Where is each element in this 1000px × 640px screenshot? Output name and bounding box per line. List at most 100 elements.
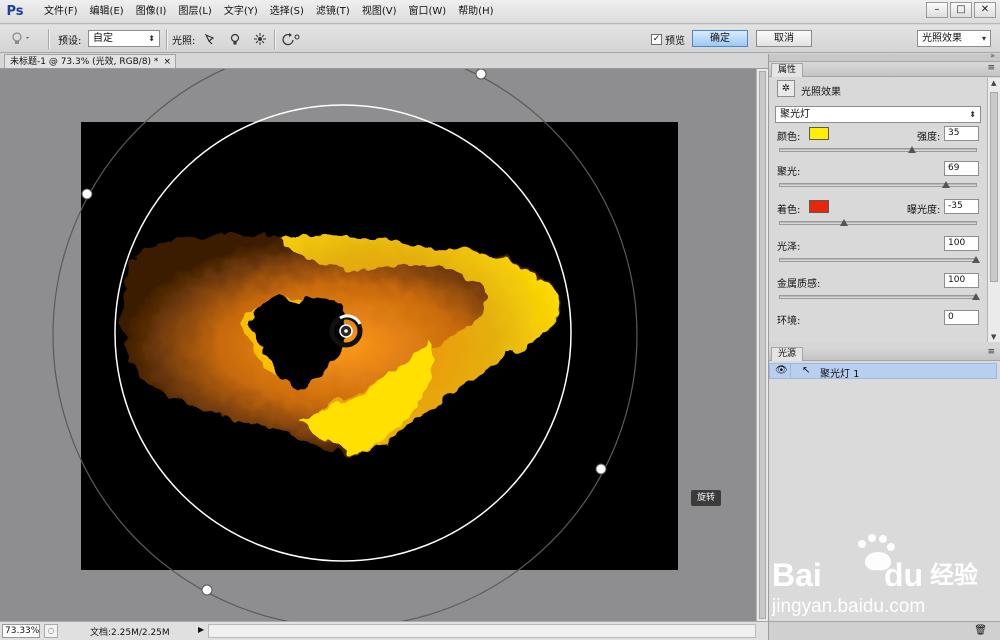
close-icon[interactable]: ✕ bbox=[974, 2, 996, 18]
spot-light-icon: ↖ bbox=[802, 365, 811, 376]
exposure-slider[interactable] bbox=[779, 219, 977, 226]
lighting-effects-icon: ✲ bbox=[777, 80, 795, 97]
range-handle-left[interactable] bbox=[81, 188, 93, 200]
workspace-dropdown[interactable]: 光照效果 ▾ bbox=[917, 30, 991, 47]
intensity-input[interactable]: 35 bbox=[944, 126, 979, 141]
metallic-label: 金属质感: bbox=[777, 279, 821, 290]
add-point-light-icon[interactable] bbox=[228, 25, 242, 53]
preview-checkbox[interactable]: ✓ bbox=[651, 33, 662, 45]
metallic-slider-knob[interactable] bbox=[972, 293, 980, 300]
light-type-dropdown[interactable]: 聚光灯 ⬍ bbox=[775, 106, 981, 123]
light-type-value: 聚光灯 bbox=[780, 109, 810, 120]
ambience-input[interactable]: 0 bbox=[944, 310, 979, 325]
status-bar: 73.33% ◌ 文档:2.25M/2.25M ▶ bbox=[0, 621, 768, 640]
hotspot-slider[interactable] bbox=[779, 181, 977, 188]
menu-filter[interactable]: 滤镜(T) bbox=[310, 0, 356, 24]
panel-menu-icon[interactable]: ≡ bbox=[987, 63, 995, 73]
preview-label: 预览 bbox=[665, 35, 685, 47]
list-item[interactable]: 👁 ↖ 聚光灯 1 bbox=[769, 363, 997, 380]
visibility-eye-icon[interactable]: 👁 bbox=[775, 365, 788, 376]
rotate-tooltip: 旋转 bbox=[691, 490, 721, 506]
hotspot-row: 聚光: 69 bbox=[769, 161, 987, 178]
properties-panel: ✲ 光照效果 聚光灯 ⬍ 颜色: 强度: 35 聚光: 69 着色: 曝光度: … bbox=[769, 78, 987, 342]
hotspot-label: 聚光: bbox=[777, 167, 801, 178]
document-size: 文档:2.25M/2.25M bbox=[90, 628, 170, 638]
panel-menu-icon[interactable]: ≡ bbox=[987, 347, 995, 357]
close-tab-icon[interactable]: × bbox=[163, 55, 171, 69]
colorize-exposure-row: 着色: 曝光度: -35 bbox=[769, 199, 987, 216]
ambience-label: 环境: bbox=[777, 316, 801, 327]
workspace-value: 光照效果 bbox=[922, 33, 962, 44]
hotspot-input[interactable]: 69 bbox=[944, 161, 979, 176]
color-label: 颜色: bbox=[777, 132, 801, 143]
export-icon[interactable]: ◌ bbox=[44, 624, 58, 638]
vertical-scrollbar[interactable] bbox=[756, 69, 768, 621]
range-handle-top[interactable] bbox=[475, 69, 487, 80]
document-tab[interactable]: 未标题-1 @ 73.3% (光效, RGB/8) * × bbox=[4, 54, 176, 69]
trash-icon[interactable]: 🗑 bbox=[974, 625, 987, 636]
gloss-slider-knob[interactable] bbox=[972, 256, 980, 263]
range-handle-bottom[interactable] bbox=[201, 584, 213, 596]
intensity-slider-knob[interactable] bbox=[908, 146, 916, 153]
preset-label: 预设: bbox=[58, 35, 82, 47]
menu-edit[interactable]: 编辑(E) bbox=[84, 0, 130, 24]
document-title: 未标题-1 @ 73.3% (光效, RGB/8) * bbox=[10, 57, 159, 67]
horizontal-scrollbar[interactable] bbox=[208, 624, 756, 638]
color-intensity-row: 颜色: 强度: 35 bbox=[769, 126, 987, 143]
brand-right: du bbox=[884, 557, 923, 593]
tool-preset-picker[interactable] bbox=[10, 25, 32, 53]
exposure-slider-knob[interactable] bbox=[840, 219, 848, 226]
options-bar: 预设: 自定 ⬍ 光照: ✓ 预览 确定 取消 光照效果 ▾ bbox=[0, 25, 1000, 53]
exposure-label: 曝光度: bbox=[907, 205, 941, 216]
baidu-jingyan-watermark: Bai du 经验 jingyan.baidu.com bbox=[770, 528, 998, 620]
reset-lights-icon[interactable] bbox=[281, 25, 301, 53]
status-menu-arrow-icon[interactable]: ▶ bbox=[198, 625, 204, 634]
zoom-field[interactable]: 73.33% bbox=[2, 624, 40, 638]
light-color-swatch[interactable] bbox=[809, 127, 829, 140]
collapse-panels-icon[interactable]: » bbox=[990, 51, 995, 60]
preview-toggle[interactable]: ✓ 预览 bbox=[651, 25, 685, 53]
exposure-input[interactable]: -35 bbox=[944, 199, 979, 214]
lights-panel-footer: 🗑 bbox=[769, 621, 1000, 640]
menu-items: 文件(F) 编辑(E) 图像(I) 图层(L) 文字(Y) 选择(S) 滤镜(T… bbox=[38, 0, 500, 24]
add-spot-light-icon[interactable] bbox=[203, 25, 217, 53]
tab-lights[interactable]: 光源 bbox=[771, 347, 804, 361]
scroll-down-icon[interactable]: ▼ bbox=[991, 333, 996, 341]
menu-image[interactable]: 图像(I) bbox=[130, 0, 173, 24]
menu-help[interactable]: 帮助(H) bbox=[452, 0, 499, 24]
properties-scrollbar[interactable]: ▲ ▼ bbox=[987, 78, 1000, 342]
minimize-icon[interactable]: – bbox=[926, 2, 948, 18]
chevron-updown-icon: ⬍ bbox=[969, 110, 976, 119]
intensity-slider[interactable] bbox=[779, 146, 977, 153]
colorize-swatch[interactable] bbox=[809, 200, 829, 213]
lights-panel-header: 光源 ≡ bbox=[769, 346, 1000, 361]
add-infinite-light-icon[interactable] bbox=[253, 25, 267, 53]
vertical-scroll-thumb[interactable] bbox=[759, 71, 766, 619]
range-handle-right[interactable] bbox=[595, 463, 607, 475]
watermark-url: jingyan.baidu.com bbox=[771, 596, 925, 617]
properties-scroll-thumb[interactable] bbox=[990, 92, 998, 282]
ok-button[interactable]: 确定 bbox=[692, 30, 748, 47]
colorize-label: 着色: bbox=[777, 205, 801, 216]
menu-type[interactable]: 文字(Y) bbox=[218, 0, 264, 24]
metallic-input[interactable]: 100 bbox=[944, 273, 979, 288]
lighting-canvas[interactable] bbox=[0, 69, 756, 621]
canvas-area[interactable] bbox=[0, 69, 756, 621]
hotspot-slider-knob[interactable] bbox=[942, 181, 950, 188]
gloss-row: 光泽: 100 bbox=[769, 236, 987, 253]
menu-window[interactable]: 窗口(W) bbox=[402, 0, 452, 24]
menu-layer[interactable]: 图层(L) bbox=[172, 0, 217, 24]
menu-select[interactable]: 选择(S) bbox=[264, 0, 310, 24]
metallic-slider[interactable] bbox=[779, 293, 980, 300]
tab-properties[interactable]: 属性 bbox=[771, 63, 804, 77]
maximize-icon[interactable]: □ bbox=[950, 2, 972, 18]
menu-bar: Ps 文件(F) 编辑(E) 图像(I) 图层(L) 文字(Y) 选择(S) 滤… bbox=[0, 0, 1000, 24]
preset-dropdown[interactable]: 自定 ⬍ bbox=[88, 30, 160, 47]
cancel-button[interactable]: 取消 bbox=[756, 30, 812, 47]
menu-view[interactable]: 视图(V) bbox=[356, 0, 403, 24]
gloss-slider[interactable] bbox=[779, 256, 980, 263]
brand-left: Bai bbox=[772, 557, 822, 593]
scroll-up-icon[interactable]: ▲ bbox=[991, 79, 996, 87]
menu-file[interactable]: 文件(F) bbox=[38, 0, 84, 24]
gloss-input[interactable]: 100 bbox=[944, 236, 979, 251]
